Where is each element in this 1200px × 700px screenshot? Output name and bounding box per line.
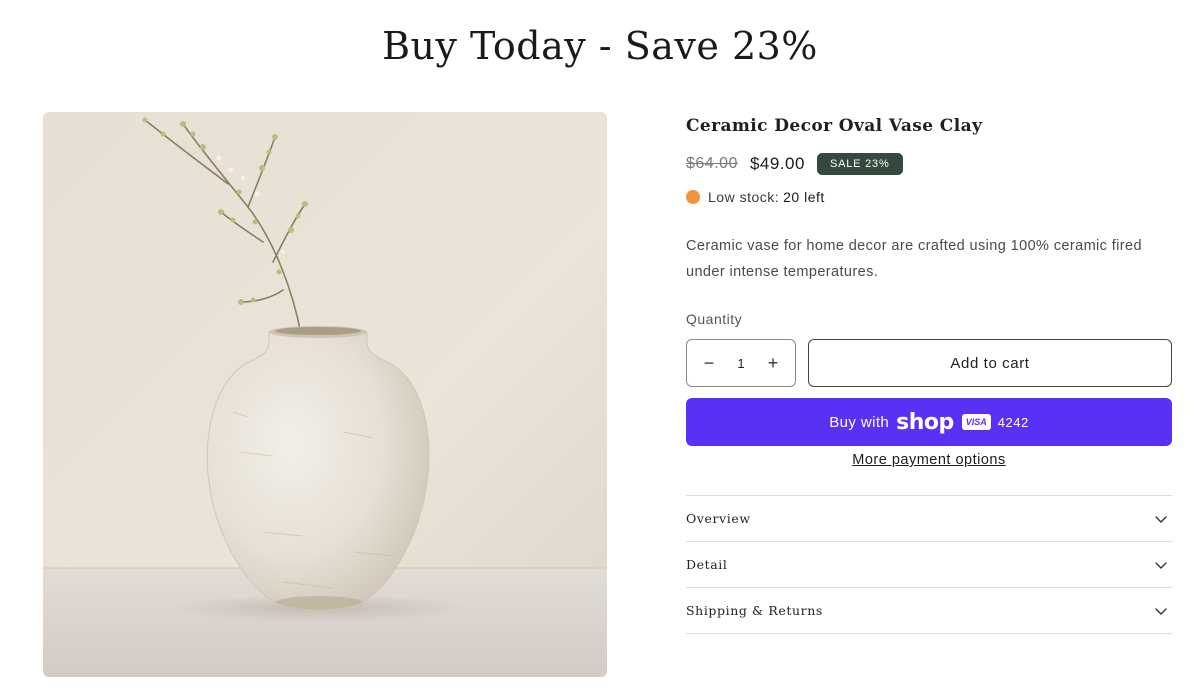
shop-pay-button[interactable]: Buy with shop VISA 4242 bbox=[686, 398, 1172, 446]
product-image[interactable] bbox=[43, 112, 607, 677]
chevron-down-icon bbox=[1155, 515, 1167, 523]
accordion-label: Overview bbox=[686, 511, 751, 526]
accordion-label: Detail bbox=[686, 557, 728, 572]
accordion-shipping-returns[interactable]: Shipping & Returns bbox=[686, 588, 1172, 634]
shop-pay-label: Buy with bbox=[829, 413, 890, 431]
compare-at-price: $64.00 bbox=[686, 155, 738, 172]
stock-label: Low stock: bbox=[708, 189, 780, 205]
accordion-label: Shipping & Returns bbox=[686, 603, 823, 618]
add-to-cart-button[interactable]: Add to cart bbox=[808, 339, 1172, 387]
more-payment-options-link[interactable]: More payment options bbox=[686, 452, 1172, 468]
low-stock-dot-icon bbox=[686, 190, 700, 204]
product-info: Ceramic Decor Oval Vase Clay $64.00 $49.… bbox=[686, 112, 1172, 634]
quantity-increase-button[interactable]: + bbox=[765, 353, 781, 374]
accordion-overview[interactable]: Overview bbox=[686, 496, 1172, 542]
stock-count: 20 left bbox=[783, 189, 825, 205]
card-last-digits: 4242 bbox=[997, 414, 1029, 430]
quantity-decrease-button[interactable]: − bbox=[701, 353, 717, 374]
chevron-down-icon bbox=[1155, 561, 1167, 569]
page-title: Buy Today - Save 23% bbox=[382, 24, 818, 68]
sale-price: $49.00 bbox=[749, 154, 805, 173]
quantity-stepper: − 1 + bbox=[686, 339, 796, 387]
vase-illustration bbox=[43, 112, 607, 677]
accordion-detail[interactable]: Detail bbox=[686, 542, 1172, 588]
stock-status: Low stock: 20 left bbox=[686, 189, 1172, 205]
product-description: Ceramic vase for home decor are crafted … bbox=[686, 238, 1142, 280]
chevron-down-icon bbox=[1155, 607, 1167, 615]
product-title: Ceramic Decor Oval Vase Clay bbox=[686, 116, 983, 136]
visa-card-icon: VISA bbox=[961, 414, 991, 430]
product-accordion: Overview Detail Shipping & Returns bbox=[686, 495, 1172, 634]
quantity-input[interactable]: 1 bbox=[737, 356, 744, 371]
quantity-label: Quantity bbox=[686, 311, 743, 327]
cart-row: − 1 + Add to cart bbox=[686, 339, 1172, 387]
shop-logo: shop bbox=[896, 409, 954, 435]
price-row: $64.00 $49.00 SALE 23% bbox=[686, 151, 1172, 177]
sale-badge: SALE 23% bbox=[816, 153, 903, 175]
